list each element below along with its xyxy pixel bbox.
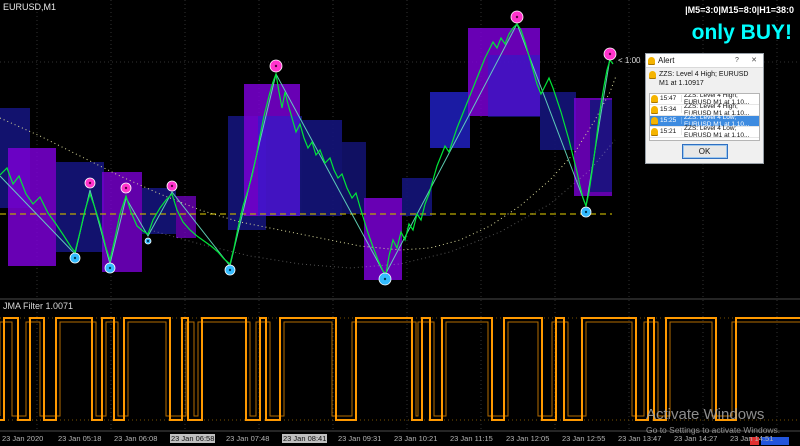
axis-label: 23 Jan 06:58 [170, 434, 216, 443]
buy-marker-dot [146, 239, 150, 243]
alert-message-row: ZZS: Level 4 High; EURUSD M1 at 1.10917 [646, 68, 763, 91]
ok-button[interactable]: OK [681, 143, 728, 159]
sell-marker-dot [124, 186, 128, 190]
signal-box [302, 120, 342, 216]
axis-label: 23 Jan 06:08 [114, 434, 158, 443]
signal-box [430, 92, 470, 148]
alert-message: ZZS: Level 4 High; EURUSD M1 at 1.10917 [659, 71, 749, 87]
signal-box [540, 92, 576, 150]
bar-countdown: < 1:00 [618, 56, 641, 65]
signal-text: only BUY! [691, 21, 792, 44]
bell-icon [651, 95, 658, 102]
activate-windows-text: Activate Windows [646, 406, 765, 423]
axis-label: 23 Jan 07:48 [226, 434, 270, 443]
axis-label: 23 Jan 14:27 [674, 434, 718, 443]
buy-marker-dot [383, 277, 387, 281]
signal-box [56, 162, 104, 252]
axis-label: 23 Jan 2020 [2, 434, 44, 443]
mt4-window: { "window": { "symbol_label": "EURUSD,M1… [0, 0, 800, 446]
axis-label: 23 Jan 14:51 [730, 434, 774, 443]
buy-marker-dot [228, 268, 232, 272]
alert-titlebar[interactable]: Alert ? ✕ [646, 54, 763, 68]
indicator-label: JMA Filter 1.0071 [3, 301, 74, 311]
buy-marker-dot [108, 266, 112, 270]
buy-marker-dot [584, 210, 588, 214]
axis-label: 23 Jan 12:55 [562, 434, 606, 443]
alert-row[interactable]: 15:21 ZZS: Level 4 Low; EURUSD M1 at 1.1… [650, 124, 759, 139]
sell-marker-dot [170, 184, 174, 188]
activate-windows-subtext: Go to Settings to activate Windows. [646, 425, 781, 435]
axis-label: 23 Jan 11:15 [450, 434, 493, 443]
signal-box [176, 196, 196, 238]
symbol-label: EURUSD,M1 [3, 2, 57, 12]
alert-title: Alert [658, 56, 675, 65]
sell-marker-dot [515, 15, 519, 19]
axis-label: 23 Jan 09:31 [338, 434, 382, 443]
axis-label: 23 Jan 10:21 [394, 434, 438, 443]
axis-label: 23 Jan 13:47 [618, 434, 662, 443]
alert-row-time: 15:34 [660, 106, 682, 113]
sell-marker-dot [274, 64, 278, 68]
timeframe-info: |M5=3:0|M15=8:0|H1=38:0 [685, 5, 794, 15]
bell-icon [651, 106, 658, 113]
alert-history-list: 15:47 ZZS: Level 4 High; EURUSD M1 at 1.… [649, 92, 760, 141]
alert-row-time: 15:21 [660, 128, 682, 135]
bell-icon [651, 117, 658, 124]
axis-label: 23 Jan 08:41 [282, 434, 328, 443]
alert-row-time: 15:47 [660, 95, 682, 102]
bell-icon [651, 128, 658, 135]
buy-marker-dot [73, 256, 77, 260]
bell-icon [649, 71, 656, 78]
signal-box [8, 148, 56, 266]
axis-label: 23 Jan 05:18 [58, 434, 102, 443]
help-button[interactable]: ? [730, 55, 744, 66]
alert-row-text: ZZS: Level 4 Low; EURUSD M1 at 1.10... [684, 124, 750, 139]
sell-marker-dot [88, 181, 92, 185]
sell-marker-dot [608, 52, 612, 56]
alert-row-time: 15:25 [660, 117, 682, 124]
close-icon[interactable]: ✕ [747, 55, 761, 66]
axis-label: 23 Jan 12:05 [506, 434, 550, 443]
alert-dialog: Alert ? ✕ ZZS: Level 4 High; EURUSD M1 a… [645, 53, 764, 164]
bell-icon [648, 57, 655, 64]
